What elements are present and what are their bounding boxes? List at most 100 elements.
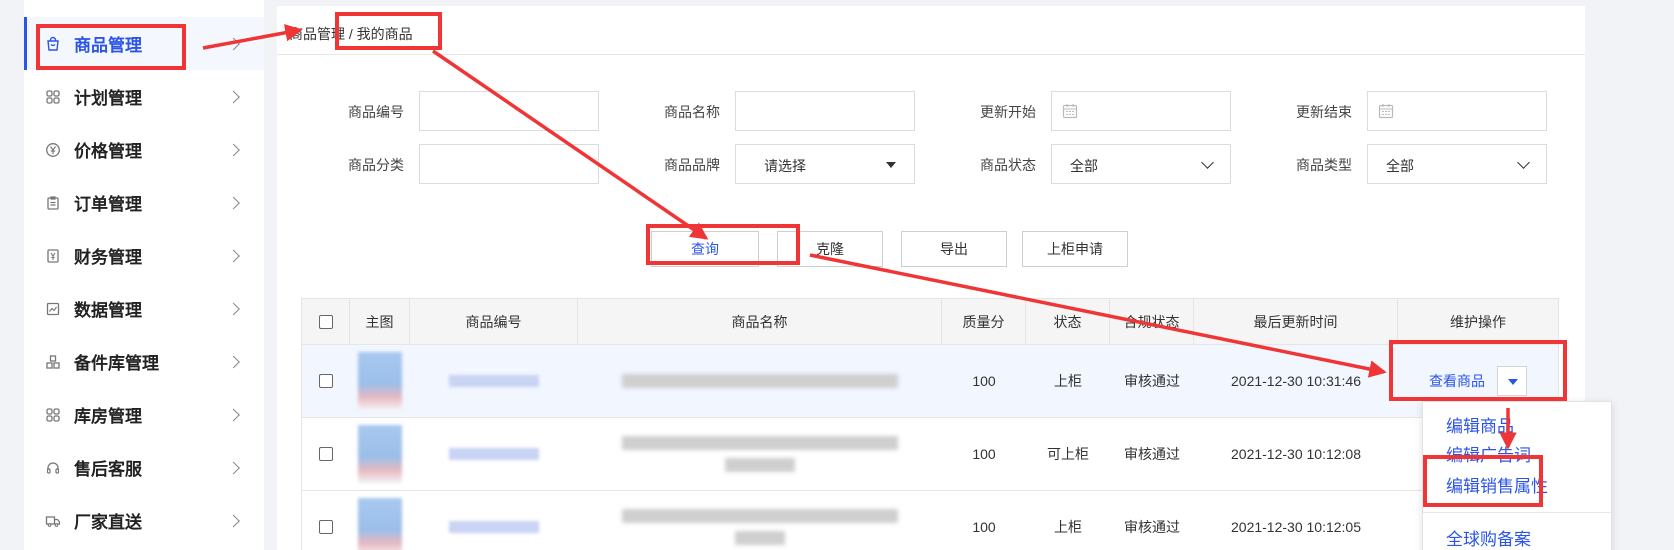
chevron-right-icon [227, 461, 240, 474]
export-button[interactable]: 导出 [901, 231, 1007, 267]
product-name-redacted [622, 436, 898, 450]
chevron-right-icon [227, 196, 240, 209]
table-row[interactable]: 100 上柜 审核通过 2021-12-30 10:12:05 [301, 491, 1559, 550]
row-checkbox[interactable] [319, 520, 333, 534]
category-input[interactable] [419, 144, 599, 184]
column-header: 商品名称 [578, 299, 942, 344]
product-code-redacted [449, 521, 539, 533]
annotation-box [646, 224, 800, 265]
product-code-input[interactable] [419, 91, 599, 131]
sidebar-item-label: 备件库管理 [74, 354, 159, 373]
sidebar-item-price-management[interactable]: 价格管理 [24, 123, 264, 176]
product-name-redacted [735, 531, 785, 545]
column-header: 合规状态 [1110, 299, 1194, 344]
product-code-label: 商品编号 [348, 104, 404, 120]
update-end-date-picker[interactable] [1367, 91, 1547, 131]
product-name-label: 商品名称 [664, 104, 720, 120]
annotation-box [335, 12, 442, 50]
annotation-box [36, 24, 186, 70]
sidebar-item-direct-delivery[interactable]: 厂家直送 [24, 494, 264, 547]
product-code-redacted [449, 448, 539, 460]
row-select-cell [302, 345, 350, 417]
annotation-box [1423, 455, 1543, 507]
column-header: 质量分 [942, 299, 1026, 344]
status-text: 可上柜 [1047, 446, 1089, 462]
chevron-right-icon [227, 249, 240, 262]
product-name-cell [578, 345, 942, 417]
main-panel: 商品管理 / 我的商品 商品编号 商品名称 更新开始 更新结束 商品分类 商品品… [277, 6, 1585, 550]
calendar-icon [1062, 103, 1078, 122]
sidebar-item-plan-management[interactable]: 计划管理 [24, 70, 264, 123]
status-select[interactable]: 全部 [1051, 144, 1231, 184]
row-select-cell [302, 491, 350, 550]
product-name-cell [578, 491, 942, 550]
chevron-right-icon [227, 90, 240, 103]
column-header: 最后更新时间 [1194, 299, 1398, 344]
table-row[interactable]: 100 可上柜 审核通过 2021-12-30 10:12:08 [301, 418, 1559, 491]
chevron-right-icon [227, 37, 240, 50]
table-header: 主图 商品编号 商品名称 质量分 状态 合规状态 最后更新时间 维护操作 [301, 298, 1559, 345]
product-thumbnail[interactable] [358, 352, 402, 410]
chevron-down-icon [1517, 156, 1530, 169]
yen-doc-icon [44, 247, 62, 265]
chevron-down-icon [1201, 156, 1214, 169]
sidebar: 商品管理 计划管理 价格管理 订单管理 财务管理 数据管理 备件库管理 库房管理 [24, 0, 264, 550]
compliance-status: 审核通过 [1124, 446, 1180, 462]
sidebar-item-finance-management[interactable]: 财务管理 [24, 229, 264, 282]
update-start-label: 更新开始 [980, 104, 1036, 120]
clipboard-icon [44, 194, 62, 212]
apply-shelf-button[interactable]: 上柜申请 [1022, 231, 1128, 267]
sidebar-item-label: 订单管理 [74, 195, 142, 214]
row-checkbox[interactable] [319, 447, 333, 461]
menu-item-global-purchase-filing[interactable]: 全球购备案 [1446, 525, 1531, 550]
sidebar-item-spare-parts-management[interactable]: 备件库管理 [24, 335, 264, 388]
sidebar-item-after-sales[interactable]: 售后客服 [24, 441, 264, 494]
table-row[interactable]: 100 上柜 审核通过 2021-12-30 10:31:46 查看商品 [301, 345, 1559, 418]
status-label: 商品状态 [980, 157, 1036, 173]
product-thumbnail[interactable] [358, 498, 402, 550]
caret-down-icon [886, 162, 896, 168]
select-all-checkbox[interactable] [318, 314, 333, 329]
update-start-date-picker[interactable] [1051, 91, 1231, 131]
product-name-redacted [622, 509, 898, 523]
chevron-right-icon [227, 143, 240, 156]
menu-divider [1423, 512, 1611, 513]
last-updated: 2021-12-30 10:31:46 [1231, 373, 1361, 389]
compliance-status: 审核通过 [1124, 519, 1180, 535]
type-select[interactable]: 全部 [1367, 144, 1547, 184]
last-updated: 2021-12-30 10:12:05 [1231, 519, 1361, 535]
product-name-input[interactable] [735, 91, 915, 131]
product-code-cell [410, 345, 578, 417]
product-thumbnail[interactable] [358, 425, 402, 483]
brand-select[interactable]: 请选择 [735, 144, 915, 184]
column-header: 维护操作 [1450, 313, 1506, 330]
last-updated: 2021-12-30 10:12:08 [1231, 446, 1361, 462]
sidebar-item-label: 库房管理 [74, 407, 142, 426]
type-label: 商品类型 [1296, 157, 1352, 173]
product-code-cell [410, 491, 578, 550]
chevron-right-icon [227, 302, 240, 315]
quality-score: 100 [972, 373, 996, 389]
main-image-cell [350, 491, 410, 550]
menu-item-edit-product[interactable]: 编辑商品 [1446, 412, 1514, 437]
sidebar-top-spacer [24, 0, 264, 17]
grid-icon [44, 406, 62, 424]
chart-icon [44, 300, 62, 318]
sidebar-item-label: 数据管理 [74, 301, 142, 320]
row-select-cell [302, 418, 350, 490]
headset-icon [44, 459, 62, 477]
sidebar-item-label: 厂家直送 [74, 513, 142, 532]
chevron-right-icon [227, 408, 240, 421]
yen-circle-icon [44, 141, 62, 159]
sidebar-item-order-management[interactable]: 订单管理 [24, 176, 264, 229]
row-checkbox[interactable] [319, 374, 333, 388]
sidebar-item-warehouse-management[interactable]: 库房管理 [24, 388, 264, 441]
sidebar-item-label: 计划管理 [74, 89, 142, 108]
select-all-cell [302, 299, 350, 344]
column-header: 商品编号 [410, 299, 578, 344]
product-code-cell [410, 418, 578, 490]
sidebar-item-data-management[interactable]: 数据管理 [24, 282, 264, 335]
main-image-cell [350, 418, 410, 490]
boxes-icon [44, 353, 62, 371]
product-name-cell [578, 418, 942, 490]
